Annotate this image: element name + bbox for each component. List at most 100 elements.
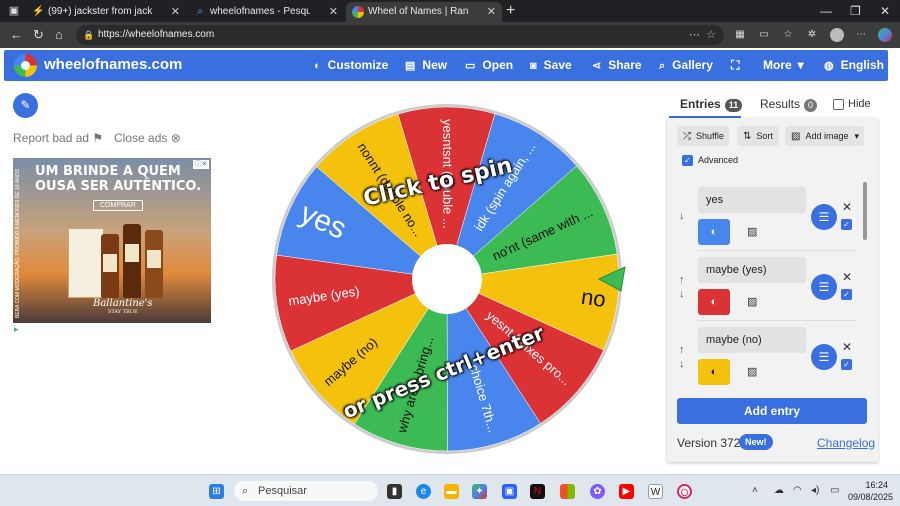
sort-button[interactable]: ⇅ Sort — [737, 126, 779, 146]
extensions-puzzle-icon[interactable]: ✲ — [805, 28, 819, 42]
hide-checkbox[interactable] — [833, 99, 844, 110]
menu-gallery[interactable]: ⌕ Gallery — [659, 58, 713, 73]
results-count-badge: 0 — [804, 99, 818, 112]
menu-new[interactable]: ▤ New — [405, 58, 447, 72]
menu-customize[interactable]: ◐ Customize — [314, 58, 388, 72]
advertisement[interactable]: ⓘ✕ UM BRINDE A QUEM OUSA SER AUTÊNTICO. … — [13, 158, 211, 323]
opera-icon[interactable]: O — [677, 484, 692, 499]
delete-entry-icon[interactable]: ✕ — [842, 340, 852, 354]
shuffle-button[interactable]: ⤮ Shuffle — [677, 126, 729, 146]
delete-entry-icon[interactable]: ✕ — [842, 270, 852, 284]
brand-title[interactable]: wheelofnames.com — [44, 56, 182, 73]
url-input[interactable]: 🔒 https://wheelofnames.com ⋯ ☆ — [76, 25, 724, 45]
ad-choices-icon[interactable]: ▸ — [14, 324, 19, 335]
wheel-hub[interactable] — [412, 244, 482, 314]
wheel-graphic[interactable]: noyesnt (mixes pro...choice 7th...why ar… — [266, 98, 628, 460]
entry-settings-button[interactable]: ☰ — [811, 344, 837, 370]
edge-icon[interactable]: e — [416, 484, 431, 499]
extension-icon[interactable]: ▦ — [733, 28, 747, 42]
wikipedia-icon[interactable]: W — [648, 484, 663, 499]
close-icon[interactable]: ✕ — [487, 2, 496, 22]
ad-buy-button[interactable]: COMPRAR — [93, 200, 143, 211]
arrow-up-icon[interactable]: ↑ — [679, 343, 685, 357]
taskbar-clock[interactable]: 16:24 09/08/2025 — [848, 479, 893, 503]
file-explorer-icon[interactable]: ▬ — [444, 484, 459, 499]
back-icon[interactable]: ← — [10, 27, 23, 43]
logo-icon[interactable] — [14, 54, 37, 77]
microsoft-icon[interactable] — [560, 484, 575, 499]
edit-title-button[interactable]: ✎ — [13, 93, 38, 118]
entry-settings-button[interactable]: ☰ — [811, 204, 837, 230]
entry-color-button[interactable]: ◐ — [698, 289, 730, 315]
browser-tab-1[interactable]: ⚡ (99+) jackster from jack store on ✕ — [26, 2, 186, 22]
entry-color-button[interactable]: ◐ — [698, 219, 730, 245]
report-bad-ad-link[interactable]: Report bad ad ⚑ — [13, 131, 103, 145]
store-icon[interactable]: ▣ — [502, 484, 517, 499]
cloud-icon[interactable]: ☁ — [774, 485, 784, 496]
ad-brand: Ballantine's STAY TRUE — [93, 298, 153, 315]
arrow-down-icon[interactable]: ↓ — [679, 357, 685, 371]
favorite-star-icon[interactable]: ⋯ ☆ — [689, 25, 716, 45]
split-screen-icon[interactable]: ▭ — [757, 28, 771, 42]
fullscreen-icon[interactable]: ⛶ — [731, 58, 739, 73]
close-icon[interactable]: ✕ — [171, 2, 180, 22]
delete-entry-icon[interactable]: ✕ — [842, 200, 852, 214]
tab-results[interactable]: Results 0 — [760, 97, 818, 112]
arrow-up-icon[interactable]: ↑ — [679, 273, 685, 287]
chevron-up-icon[interactable]: ˄ — [752, 485, 758, 496]
battery-icon[interactable]: ▭ — [830, 485, 839, 496]
entry-color-button[interactable]: ◐ — [698, 359, 730, 385]
menu-more[interactable]: More ▾ — [763, 58, 804, 72]
browser-tab-2[interactable]: ⌕ wheelofnames - Pesquisar ✕ — [188, 2, 344, 22]
more-options-icon[interactable]: ⋯ — [854, 28, 868, 42]
tab-actions-icon[interactable]: ▣ — [6, 3, 22, 19]
entry-text-field[interactable]: maybe (yes) — [698, 257, 806, 283]
entry-text-field[interactable]: maybe (no) — [698, 327, 806, 353]
entry-image-icon[interactable]: ▨ — [747, 295, 757, 308]
menu-language[interactable]: ◍ English — [824, 58, 884, 72]
wheel[interactable]: no yesnt (mixes pro... choice 7th... why ar… — [266, 98, 628, 460]
new-tab-icon[interactable]: + — [506, 2, 515, 20]
favorites-icon[interactable]: ☆ — [781, 28, 795, 42]
profile-avatar[interactable] — [830, 28, 844, 42]
menu-share[interactable]: ⋖ Share — [592, 58, 642, 72]
tab-entries[interactable]: Entries 11 — [680, 97, 743, 112]
entry-enabled-checkbox[interactable]: ✓ — [841, 219, 852, 230]
arrow-down-icon[interactable]: ↓ — [679, 287, 685, 301]
minimize-icon[interactable]: — — [820, 2, 832, 20]
advanced-checkbox[interactable]: ✓ — [682, 155, 693, 166]
wifi-icon[interactable]: ◠ — [793, 485, 802, 496]
close-ads-link[interactable]: Close ads ⊗ — [114, 131, 181, 145]
entry-enabled-checkbox[interactable]: ✓ — [841, 359, 852, 370]
app-icon[interactable]: ✿ — [590, 484, 605, 499]
copilot-icon[interactable]: ✦ — [472, 484, 487, 499]
netflix-icon[interactable]: N — [530, 484, 545, 499]
entry-enabled-checkbox[interactable]: ✓ — [841, 289, 852, 300]
add-image-label: Add image — [805, 131, 849, 141]
sliders-icon: ☰ — [818, 210, 830, 224]
taskbar-search[interactable]: ⌕ Pesquisar — [234, 481, 378, 501]
refresh-icon[interactable]: ↻ — [33, 27, 44, 43]
changelog-link[interactable]: Changelog — [817, 436, 875, 450]
new-badge[interactable]: New! — [739, 434, 773, 450]
home-icon[interactable]: ⌂ — [55, 27, 63, 43]
entry-text-field[interactable]: yes — [698, 187, 806, 213]
browser-tab-3[interactable]: Wheel of Names | Random name ✕ — [346, 2, 502, 22]
entry-image-icon[interactable]: ▨ — [747, 225, 757, 238]
close-icon[interactable]: ✕ — [329, 2, 338, 22]
start-icon[interactable]: ⊞ — [209, 484, 224, 499]
add-image-button[interactable]: ▨ Add image ▾ — [785, 126, 864, 146]
menu-save[interactable]: ◙ Save — [530, 58, 572, 72]
task-view-icon[interactable]: ▮ — [387, 484, 402, 499]
arrow-down-icon[interactable]: ↓ — [679, 209, 685, 223]
add-entry-button[interactable]: Add entry — [677, 398, 867, 424]
menu-label: English — [840, 58, 884, 72]
youtube-icon[interactable]: ▶ — [619, 484, 634, 499]
menu-open[interactable]: ▭ Open — [465, 58, 513, 72]
entry-settings-button[interactable]: ☰ — [811, 274, 837, 300]
copilot-icon[interactable] — [878, 28, 892, 42]
volume-icon[interactable]: ◂) — [811, 485, 819, 496]
close-window-icon[interactable]: ✕ — [880, 2, 890, 20]
entry-image-icon[interactable]: ▨ — [747, 365, 757, 378]
maximize-icon[interactable]: ❐ — [850, 2, 861, 20]
